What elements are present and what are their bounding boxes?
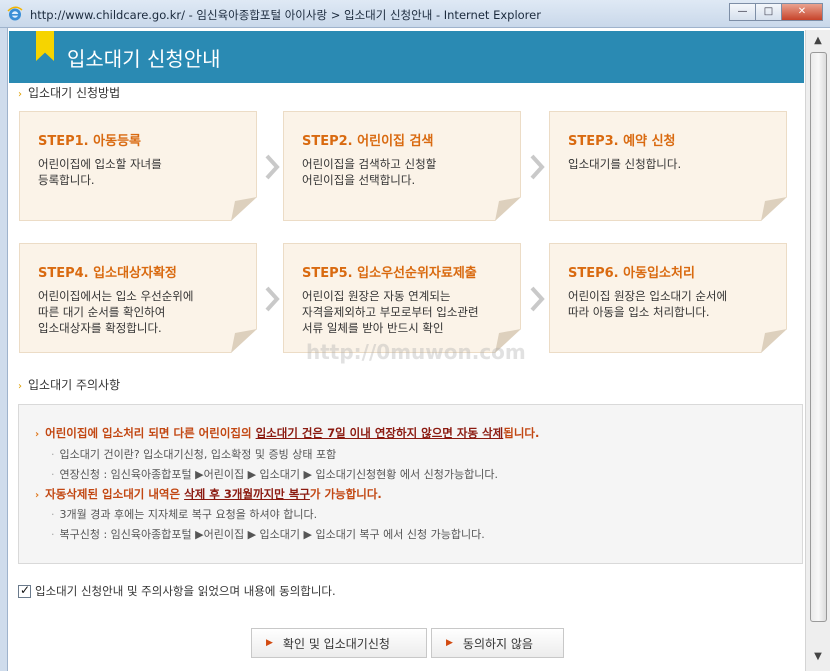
chevron-right-icon <box>265 286 280 312</box>
chevron-right-icon <box>530 154 545 180</box>
notice-emphasis: 삭제 후 3개월까지만 복구 <box>184 487 310 501</box>
section-heading-caution-label: 입소대기 주의사항 <box>28 378 121 392</box>
chevron-right-icon <box>265 154 280 180</box>
notice-sub-4: · 복구신청 : 임신육아종합포털 ▶어린이집 ▶ 입소대기 ▶ 입소대기 복구 … <box>51 526 485 542</box>
page-fold-icon <box>231 197 257 221</box>
step-card-3: STEP3. 예약 신청 입소대기를 신청합니다. <box>549 111 787 221</box>
disagree-label: 동의하지 않음 <box>462 636 533 651</box>
step-desc: 어린이집 원장은 입소대기 순서에 따라 아동을 입소 처리합니다. <box>568 289 728 319</box>
step-title: STEP5. 입소우선순위자료제출 <box>302 266 477 281</box>
maximize-button[interactable]: □ <box>755 3 781 21</box>
notice-sub-text: 연장신청 : 임신육아종합포털 ▶어린이집 ▶ 입소대기 ▶ 입소대기신청현황 … <box>59 468 499 481</box>
page-header: 입소대기 신청안내 <box>9 31 804 83</box>
window-title: http://www.childcare.go.kr/ - 임신육아종합포털 아… <box>30 8 541 22</box>
notice-sub-1: · 입소대기 건이란? 입소대기신청, 입소확정 및 증빙 상태 포함 <box>51 446 336 462</box>
scroll-up-arrow-icon[interactable]: ▲ <box>809 32 827 50</box>
section-heading-method-label: 입소대기 신청방법 <box>28 86 121 100</box>
notice-sub-text: 복구신청 : 임신육아종합포털 ▶어린이집 ▶ 입소대기 ▶ 입소대기 복구 에… <box>59 528 485 541</box>
section-heading-caution: › 입소대기 주의사항 <box>18 376 120 393</box>
bullet-icon: › <box>35 429 40 440</box>
step-title: STEP4. 입소대상자확정 <box>38 266 177 281</box>
step-desc: 어린이집에서는 입소 우선순위에 따른 대기 순서를 확인하여 입소대상자를 확… <box>38 289 194 335</box>
window-titlebar: http://www.childcare.go.kr/ - 임신육아종합포털 아… <box>0 0 830 28</box>
page-fold-icon <box>761 329 787 353</box>
confirm-apply-button[interactable]: ▶ 확인 및 입소대기신청 <box>251 628 427 658</box>
step-card-6: STEP6. 아동입소처리 어린이집 원장은 입소대기 순서에 따라 아동을 입… <box>549 243 787 353</box>
step-card-5: STEP5. 입소우선순위자료제출 어린이집 원장은 자동 연계되는 자격을제외… <box>283 243 521 353</box>
arrow-right-icon: ▶ <box>266 638 273 648</box>
step-desc: 입소대기를 신청합니다. <box>568 157 682 171</box>
minimize-button[interactable]: — <box>729 3 755 21</box>
notice-sub-2: · 연장신청 : 임신육아종합포털 ▶어린이집 ▶ 입소대기 ▶ 입소대기신청현황… <box>51 466 498 482</box>
step-desc: 어린이집을 검색하고 신청할 어린이집을 선택합니다. <box>302 157 437 187</box>
notice-box: › 어린이집에 입소처리 되면 다른 어린이집의 입소대기 건은 7일 이내 연장… <box>18 404 803 564</box>
close-button[interactable]: ✕ <box>781 3 823 21</box>
internet-explorer-icon <box>7 6 23 21</box>
agree-label[interactable]: 입소대기 신청안내 및 주의사항을 읽었으며 내용에 동의합니다. <box>35 583 336 599</box>
page-fold-icon <box>495 197 521 221</box>
step-card-2: STEP2. 어린이집 검색 어린이집을 검색하고 신청할 어린이집을 선택합니… <box>283 111 521 221</box>
disagree-button[interactable]: ▶ 동의하지 않음 <box>431 628 564 658</box>
step-desc: 어린이집 원장은 자동 연계되는 자격을제외하고 부모로부터 입소관련 서류 일… <box>302 289 479 335</box>
notice-text: 됩니다. <box>503 426 540 440</box>
confirm-apply-label: 확인 및 입소대기신청 <box>282 636 390 651</box>
arrow-right-icon: ▶ <box>446 638 453 648</box>
step-desc: 어린이집에 입소할 자녀를 등록합니다. <box>38 157 162 187</box>
step-title: STEP6. 아동입소처리 <box>568 266 695 281</box>
step-card-1: STEP1. 아동등록 어린이집에 입소할 자녀를 등록합니다. <box>19 111 257 221</box>
agree-checkbox[interactable] <box>18 583 31 598</box>
notice-main-2: › 자동삭제된 입소대기 내역은 삭제 후 3개월까지만 복구가 가능합니다. <box>35 486 382 502</box>
bullet-icon: › <box>18 381 22 392</box>
window-frame-left <box>0 28 8 671</box>
dot-icon: · <box>51 528 55 541</box>
scroll-down-arrow-icon[interactable]: ▼ <box>809 648 827 666</box>
bookmark-icon <box>36 31 54 61</box>
page-fold-icon <box>231 329 257 353</box>
notice-text: 어린이집에 입소처리 되면 다른 어린이집의 <box>45 426 256 440</box>
dot-icon: · <box>51 468 55 481</box>
notice-emphasis: 입소대기 건은 7일 이내 연장하지 않으면 자동 삭제 <box>255 426 504 440</box>
scrollbar-thumb[interactable] <box>810 52 827 622</box>
section-heading-method: › 입소대기 신청방법 <box>18 84 120 101</box>
notice-main-1: › 어린이집에 입소처리 되면 다른 어린이집의 입소대기 건은 7일 이내 연장… <box>35 425 539 441</box>
notice-text: 가 가능합니다. <box>309 487 382 501</box>
chevron-right-icon <box>530 286 545 312</box>
window-controls: — □ ✕ <box>729 3 823 21</box>
vertical-scrollbar[interactable]: ▲ ▼ <box>805 30 830 671</box>
step-title: STEP1. 아동등록 <box>38 134 141 149</box>
step-title: STEP2. 어린이집 검색 <box>302 134 434 149</box>
dot-icon: · <box>51 448 55 461</box>
notice-sub-text: 3개월 경과 후에는 지자체로 복구 요청을 하셔야 합니다. <box>59 508 318 521</box>
step-title: STEP3. 예약 신청 <box>568 134 676 149</box>
notice-sub-text: 입소대기 건이란? 입소대기신청, 입소확정 및 증빙 상태 포함 <box>59 448 337 461</box>
page-fold-icon <box>761 197 787 221</box>
step-card-4: STEP4. 입소대상자확정 어린이집에서는 입소 우선순위에 따른 대기 순서… <box>19 243 257 353</box>
notice-text: 자동삭제된 입소대기 내역은 <box>45 487 185 501</box>
dot-icon: · <box>51 508 55 521</box>
bullet-icon: › <box>35 490 40 501</box>
page-title: 입소대기 신청안내 <box>67 47 221 71</box>
notice-sub-3: · 3개월 경과 후에는 지자체로 복구 요청을 하셔야 합니다. <box>51 506 317 522</box>
agree-row: 입소대기 신청안내 및 주의사항을 읽었으며 내용에 동의합니다. <box>18 583 336 599</box>
bullet-icon: › <box>18 89 22 100</box>
watermark: http://0muwon.com <box>306 340 526 364</box>
